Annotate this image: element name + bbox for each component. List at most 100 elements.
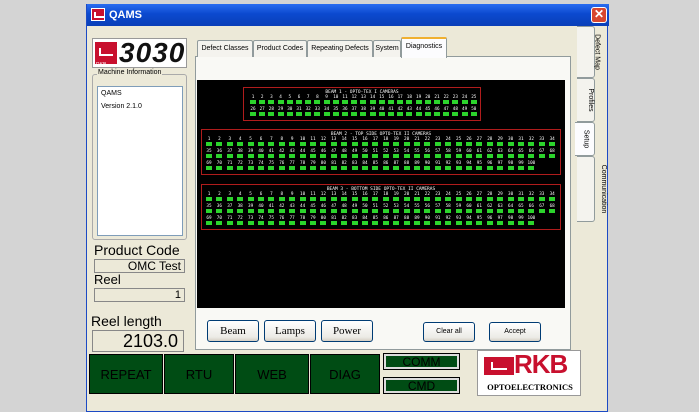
camera-31-indicator[interactable] <box>518 142 524 146</box>
camera-59-indicator[interactable] <box>455 154 462 158</box>
camera-29-indicator[interactable] <box>277 112 284 116</box>
camera-20-indicator[interactable] <box>424 100 431 104</box>
camera-80-indicator[interactable] <box>320 221 327 225</box>
camera-62-indicator[interactable] <box>486 209 493 213</box>
camera-95-indicator[interactable] <box>476 166 483 170</box>
camera-98-indicator[interactable] <box>507 221 514 225</box>
clear-all-button[interactable]: Clear all <box>423 322 475 342</box>
camera-39-indicator[interactable] <box>369 112 376 116</box>
camera-30-indicator[interactable] <box>286 112 293 116</box>
camera-77-indicator[interactable] <box>289 166 296 170</box>
camera-52-indicator[interactable] <box>382 209 389 213</box>
camera-93-indicator[interactable] <box>455 166 462 170</box>
camera-35-indicator[interactable] <box>206 209 212 213</box>
camera-8-indicator[interactable] <box>314 100 321 104</box>
rtu-button[interactable]: RTU <box>164 354 234 394</box>
camera-24-indicator[interactable] <box>445 142 452 146</box>
camera-41-indicator[interactable] <box>388 112 394 116</box>
camera-28-indicator[interactable] <box>486 197 493 201</box>
camera-84-indicator[interactable] <box>362 166 368 170</box>
camera-23-indicator[interactable] <box>452 100 459 104</box>
camera-14-indicator[interactable] <box>341 142 348 146</box>
camera-63-indicator[interactable] <box>497 209 504 213</box>
camera-47-indicator[interactable] <box>330 154 337 158</box>
camera-26-indicator[interactable] <box>466 197 472 201</box>
camera-52-indicator[interactable] <box>382 154 389 158</box>
camera-39-indicator[interactable] <box>247 154 254 158</box>
side-tab-communication[interactable]: Communication <box>577 156 607 222</box>
camera-49-indicator[interactable] <box>461 112 468 116</box>
camera-49-indicator[interactable] <box>351 209 358 213</box>
camera-72-indicator[interactable] <box>237 221 244 225</box>
camera-48-indicator[interactable] <box>452 112 459 116</box>
camera-28-indicator[interactable] <box>486 142 493 146</box>
camera-60-indicator[interactable] <box>466 209 472 213</box>
title-bar[interactable]: QAMS ✕ <box>87 4 609 26</box>
camera-10-indicator[interactable] <box>299 142 306 146</box>
camera-26-indicator[interactable] <box>250 112 256 116</box>
camera-42-indicator[interactable] <box>278 209 285 213</box>
camera-56-indicator[interactable] <box>424 209 431 213</box>
camera-43-indicator[interactable] <box>406 112 413 116</box>
camera-23-indicator[interactable] <box>434 142 441 146</box>
camera-43-indicator[interactable] <box>289 154 296 158</box>
camera-94-indicator[interactable] <box>466 221 472 225</box>
camera-35-indicator[interactable] <box>206 154 212 158</box>
power-button[interactable]: Power <box>321 320 373 342</box>
camera-70-indicator[interactable] <box>216 221 223 225</box>
camera-1-indicator[interactable] <box>250 100 256 104</box>
camera-45-indicator[interactable] <box>310 209 316 213</box>
camera-3-indicator[interactable] <box>268 100 275 104</box>
camera-40-indicator[interactable] <box>378 112 385 116</box>
tab-system[interactable]: System <box>373 40 401 57</box>
camera-22-indicator[interactable] <box>443 100 450 104</box>
camera-38-indicator[interactable] <box>237 154 244 158</box>
camera-77-indicator[interactable] <box>289 221 296 225</box>
camera-14-indicator[interactable] <box>369 100 376 104</box>
camera-82-indicator[interactable] <box>341 221 348 225</box>
camera-83-indicator[interactable] <box>351 221 358 225</box>
camera-30-indicator[interactable] <box>507 142 514 146</box>
camera-100-indicator[interactable] <box>528 166 535 170</box>
beam-button[interactable]: Beam <box>207 320 259 342</box>
camera-99-indicator[interactable] <box>518 166 524 170</box>
camera-31-indicator[interactable] <box>296 112 302 116</box>
camera-6-indicator[interactable] <box>258 142 264 146</box>
camera-91-indicator[interactable] <box>434 221 441 225</box>
camera-78-indicator[interactable] <box>299 166 306 170</box>
camera-85-indicator[interactable] <box>372 166 379 170</box>
camera-26-indicator[interactable] <box>466 142 472 146</box>
camera-8-indicator[interactable] <box>278 142 285 146</box>
tab-diagnostics[interactable]: Diagnostics <box>401 37 447 58</box>
camera-16-indicator[interactable] <box>362 142 368 146</box>
camera-49-indicator[interactable] <box>351 154 358 158</box>
camera-2-indicator[interactable] <box>216 142 223 146</box>
camera-13-indicator[interactable] <box>330 142 337 146</box>
close-button[interactable]: ✕ <box>591 7 607 23</box>
camera-70-indicator[interactable] <box>216 166 223 170</box>
camera-24-indicator[interactable] <box>445 197 452 201</box>
camera-10-indicator[interactable] <box>299 197 306 201</box>
camera-90-indicator[interactable] <box>424 221 431 225</box>
camera-71-indicator[interactable] <box>226 166 233 170</box>
camera-76-indicator[interactable] <box>278 221 285 225</box>
camera-12-indicator[interactable] <box>351 100 358 104</box>
camera-80-indicator[interactable] <box>320 166 327 170</box>
camera-37-indicator[interactable] <box>226 209 233 213</box>
camera-13-indicator[interactable] <box>330 197 337 201</box>
camera-7-indicator[interactable] <box>305 100 312 104</box>
camera-40-indicator[interactable] <box>258 154 264 158</box>
camera-38-indicator[interactable] <box>360 112 367 116</box>
lamps-button[interactable]: Lamps <box>264 320 316 342</box>
camera-6-indicator[interactable] <box>296 100 302 104</box>
camera-22-indicator[interactable] <box>424 197 431 201</box>
camera-46-indicator[interactable] <box>320 209 327 213</box>
camera-51-indicator[interactable] <box>372 154 379 158</box>
camera-68-indicator[interactable] <box>549 209 556 213</box>
camera-32-indicator[interactable] <box>528 142 535 146</box>
camera-4-indicator[interactable] <box>237 142 244 146</box>
camera-47-indicator[interactable] <box>330 209 337 213</box>
camera-94-indicator[interactable] <box>466 166 472 170</box>
camera-65-indicator[interactable] <box>518 209 524 213</box>
machine-information-list[interactable]: QAMS Version 2.1.0 <box>97 86 183 236</box>
